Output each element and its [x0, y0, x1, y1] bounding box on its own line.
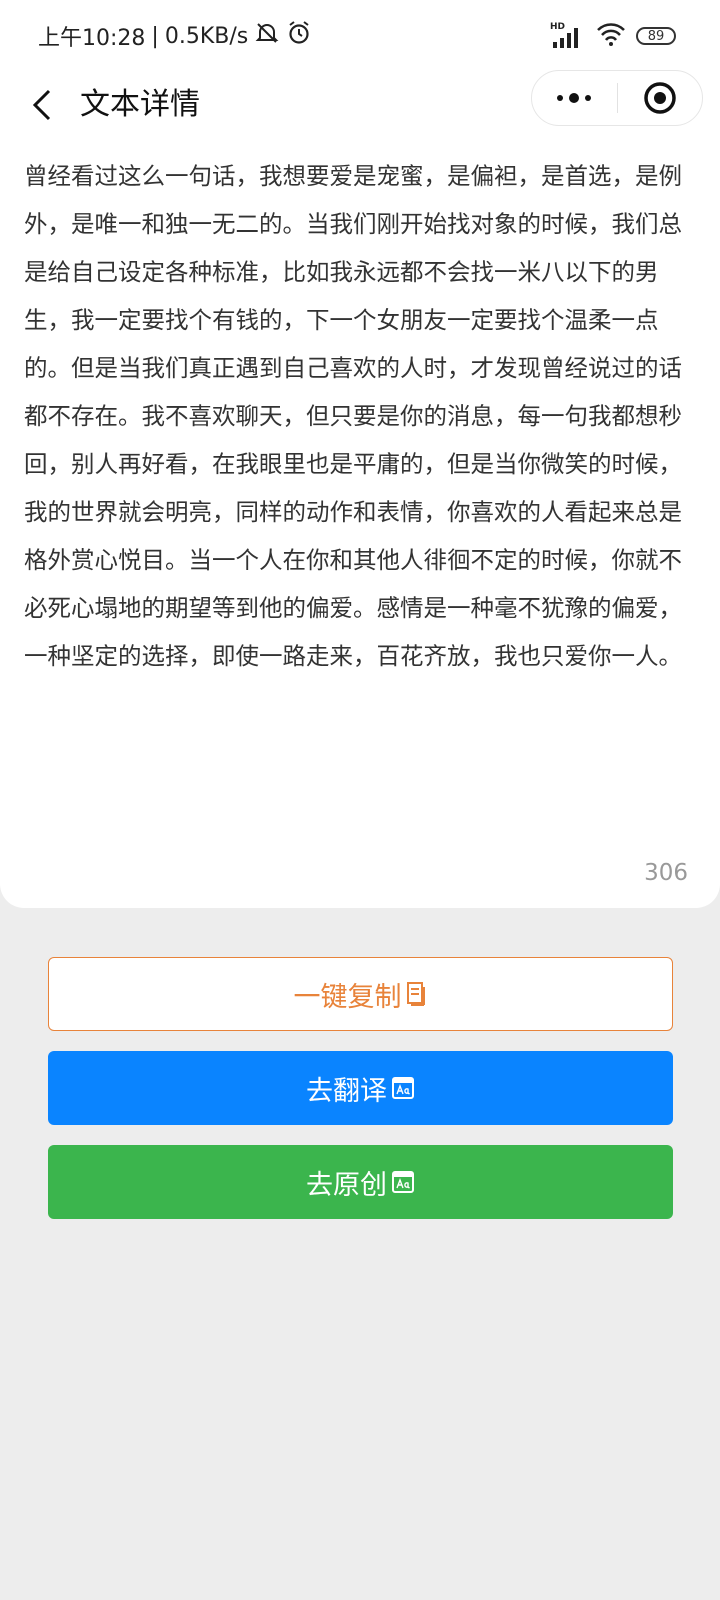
translate-icon	[391, 1076, 415, 1100]
original-icon	[391, 1170, 415, 1194]
close-button[interactable]	[618, 70, 703, 126]
more-dots-icon	[557, 93, 592, 103]
page-title: 文本详情	[80, 87, 200, 122]
mini-program-capsule	[531, 70, 703, 126]
status-network-speed: 0.5KB/s	[164, 23, 249, 49]
status-separator: |	[151, 23, 159, 49]
signal-icon: HD	[550, 22, 586, 50]
status-right: HD 89	[550, 18, 676, 54]
mute-bell-icon	[254, 20, 280, 52]
translate-button[interactable]: 去翻译	[48, 1051, 673, 1125]
text-content-card: 曾经看过这么一句话，我想要爱是宠蜜，是偏袒，是首选，是例外，是唯一和独一无二的。…	[0, 140, 720, 908]
target-close-icon	[644, 82, 676, 114]
nav-bar: 文本详情	[0, 70, 720, 140]
battery-level: 89	[647, 28, 665, 44]
more-button[interactable]	[532, 70, 617, 126]
original-button-label: 去原创	[306, 1169, 387, 1201]
original-button[interactable]: 去原创	[48, 1145, 673, 1219]
status-time: 上午10:28	[38, 26, 146, 51]
translate-button-label: 去翻译	[306, 1075, 387, 1107]
status-left: 上午10:28 | 0.5KB/s	[38, 18, 312, 54]
status-bar: 上午10:28 | 0.5KB/s HD 89	[0, 0, 720, 70]
content-text: 曾经看过这么一句话，我想要爱是宠蜜，是偏袒，是首选，是例外，是唯一和独一无二的。…	[24, 162, 682, 670]
battery-icon: 89	[636, 27, 676, 45]
wifi-icon	[596, 21, 626, 51]
copy-icon	[406, 981, 428, 1007]
chevron-left-icon	[32, 89, 51, 121]
alarm-icon	[286, 20, 312, 52]
back-button[interactable]	[22, 82, 62, 128]
char-count: 306	[644, 860, 688, 886]
copy-button-label: 一键复制	[293, 981, 402, 1013]
copy-button[interactable]: 一键复制	[48, 957, 673, 1031]
